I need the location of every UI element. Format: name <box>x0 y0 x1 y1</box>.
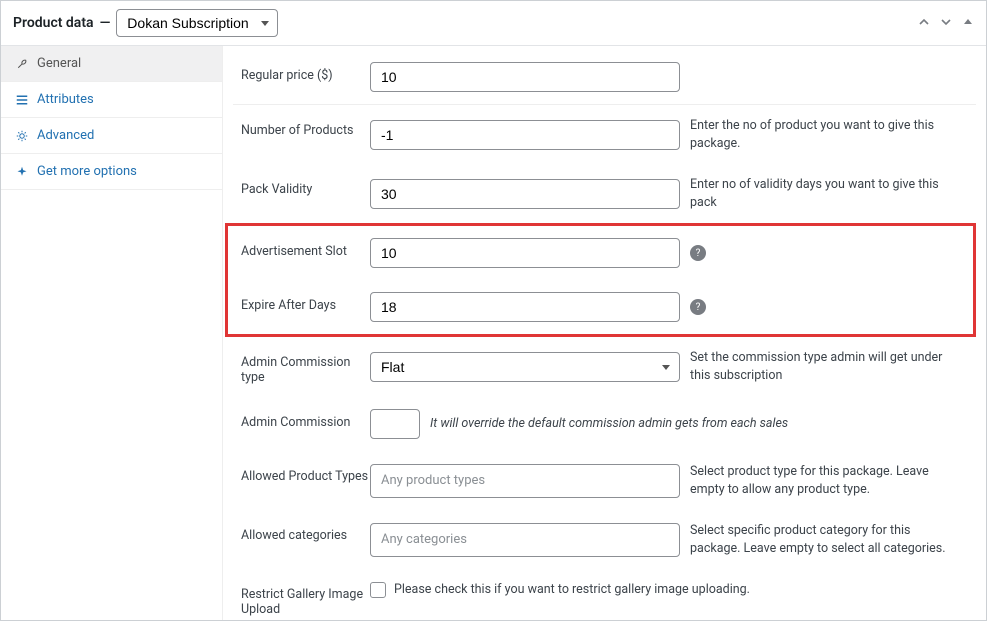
allowed-cats-label: Allowed categories <box>233 522 370 543</box>
row-commission-type: Admin Commission type Flat Set the commi… <box>233 337 976 397</box>
panel-header-controls <box>916 14 976 32</box>
allowed-types-label: Allowed Product Types <box>233 463 370 484</box>
move-down-icon[interactable] <box>938 14 954 32</box>
panel-title: Product data <box>13 15 94 31</box>
tab-general[interactable]: General <box>1 46 222 82</box>
expire-days-label: Expire After Days <box>233 292 370 313</box>
allowed-cats-select[interactable]: Any categories <box>370 523 680 557</box>
panel-body: General Attributes Advanced Get more opt… <box>1 46 986 620</box>
restrict-gallery-label: Restrict Gallery Image Upload <box>233 581 370 617</box>
tab-get-more-options[interactable]: Get more options <box>1 154 222 190</box>
tab-label: Attributes <box>37 92 94 107</box>
num-products-input[interactable] <box>370 120 680 150</box>
pack-validity-input[interactable] <box>370 179 680 209</box>
product-data-panel: Product data — Dokan Subscription <box>0 0 987 621</box>
row-allowed-categories: Allowed categories Any categories Select… <box>233 510 976 569</box>
pack-validity-label: Pack Validity <box>233 176 370 197</box>
num-products-desc: Enter the no of product you want to give… <box>690 117 956 152</box>
row-restrict-gallery: Restrict Gallery Image Upload Please che… <box>233 569 976 620</box>
pack-validity-desc: Enter no of validity days you want to gi… <box>690 176 956 211</box>
help-icon[interactable]: ? <box>690 299 706 315</box>
tab-attributes[interactable]: Attributes <box>1 82 222 118</box>
tabs-sidebar: General Attributes Advanced Get more opt… <box>1 46 223 620</box>
regular-price-label: Regular price ($) <box>233 62 370 83</box>
regular-price-input[interactable] <box>370 62 680 92</box>
row-allowed-product-types: Allowed Product Types Any product types … <box>233 451 976 510</box>
row-regular-price: Regular price ($) <box>233 50 976 105</box>
row-pack-validity: Pack Validity Enter no of validity days … <box>233 164 976 223</box>
product-type-select[interactable]: Dokan Subscription <box>116 9 278 37</box>
row-advertisement-slot: Advertisement Slot ? <box>233 226 973 280</box>
num-products-label: Number of Products <box>233 117 370 138</box>
admin-commission-input[interactable] <box>370 409 420 439</box>
ad-slot-label: Advertisement Slot <box>233 238 370 259</box>
form-content: Regular price ($) Number of Products Ent… <box>223 46 986 620</box>
list-icon <box>15 94 29 106</box>
allowed-types-select[interactable]: Any product types <box>370 464 680 498</box>
commission-type-desc: Set the commission type admin will get u… <box>690 349 956 384</box>
allowed-types-desc: Select product type for this package. Le… <box>690 463 956 498</box>
commission-type-select[interactable]: Flat <box>370 352 680 382</box>
tab-label: Get more options <box>37 164 137 179</box>
toggle-panel-icon[interactable] <box>960 14 976 32</box>
help-icon[interactable]: ? <box>690 245 706 261</box>
tab-advanced[interactable]: Advanced <box>1 118 222 154</box>
tab-label: General <box>37 56 81 71</box>
admin-commission-label: Admin Commission <box>233 409 370 430</box>
move-up-icon[interactable] <box>916 14 932 32</box>
row-number-of-products: Number of Products Enter the no of produ… <box>233 105 976 164</box>
commission-type-label: Admin Commission type <box>233 349 370 385</box>
restrict-gallery-desc: Please check this if you want to restric… <box>394 581 750 599</box>
expire-days-input[interactable] <box>370 292 680 322</box>
wrench-icon <box>15 58 29 70</box>
highlighted-section: Advertisement Slot ? Expire After Days ? <box>225 223 976 337</box>
admin-commission-desc: It will override the default commission … <box>430 415 956 433</box>
ad-slot-input[interactable] <box>370 238 680 268</box>
row-expire-after-days: Expire After Days ? <box>233 280 973 334</box>
product-type-select-wrap: Dokan Subscription <box>116 9 278 37</box>
tab-label: Advanced <box>37 128 94 143</box>
row-admin-commission: Admin Commission It will override the de… <box>233 397 976 451</box>
panel-header: Product data — Dokan Subscription <box>1 1 986 46</box>
allowed-cats-desc: Select specific product category for thi… <box>690 522 956 557</box>
title-separator: — <box>100 15 111 31</box>
restrict-gallery-checkbox[interactable] <box>370 582 386 598</box>
sparkle-icon <box>15 166 29 178</box>
gear-icon <box>15 130 29 142</box>
